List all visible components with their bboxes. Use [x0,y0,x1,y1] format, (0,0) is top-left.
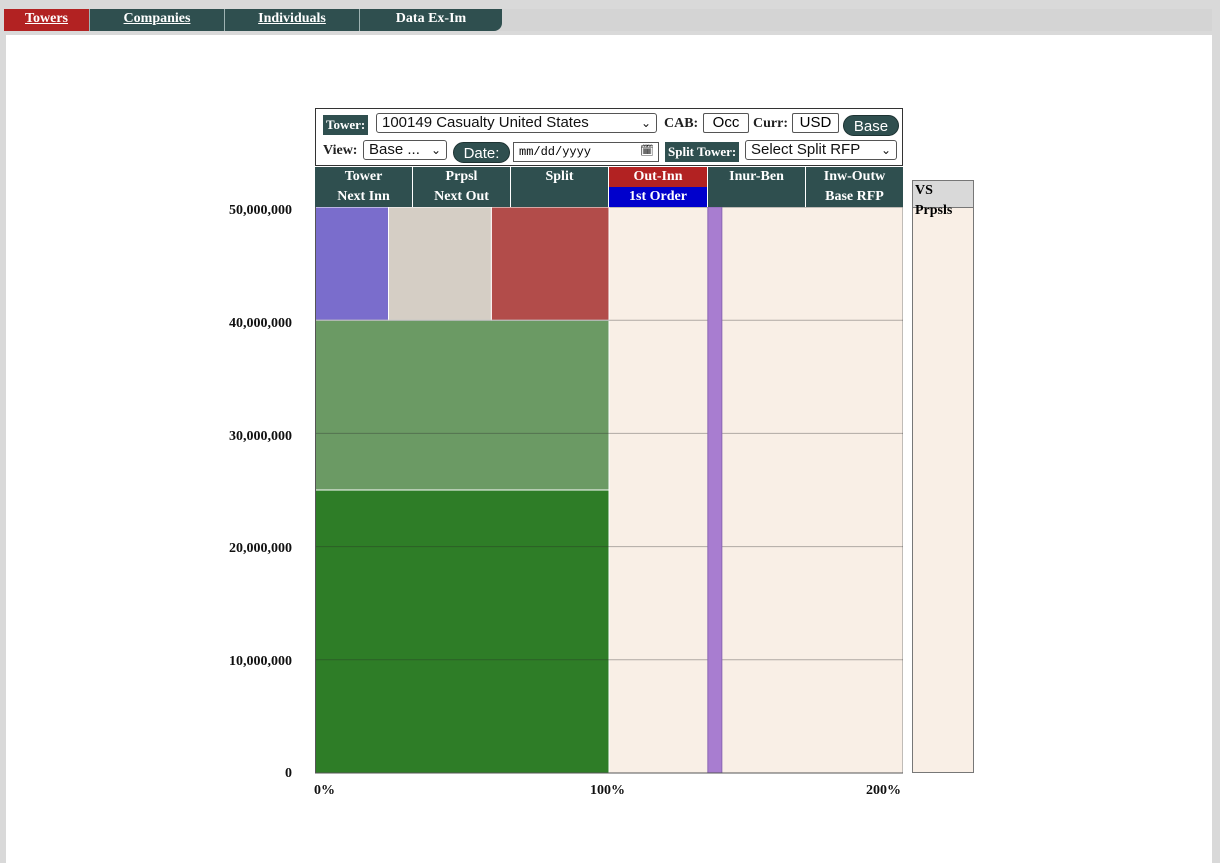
tab-individuals[interactable]: Individuals [225,9,360,31]
remainder-area[interactable] [608,207,903,774]
tower-chart [315,207,903,774]
hdr-inw-outw[interactable]: Inw-Outw [806,167,903,187]
currency-field[interactable]: USD [792,113,839,133]
hdr-out-inn[interactable]: Out-Inn [609,167,708,187]
hdr-empty-1 [511,187,609,207]
chevron-down-icon: ⌄ [640,116,651,130]
cab-label: CAB: [664,116,699,131]
tower-label: Tower: [323,115,369,135]
hdr-next-inn[interactable]: Next Inn [315,187,413,207]
layer-bar-2[interactable] [315,207,389,321]
hdr-prpsl[interactable]: Prpsl [413,167,511,187]
y-tick-label: 30,000,000 [229,429,292,444]
tower-controls: Tower: 100149 Casualty United States ⌄ C… [315,108,903,166]
y-tick-label: 0 [285,766,292,781]
x-tick-label: 0% [314,783,335,798]
tower-select-value: 100149 Casualty United States [382,114,589,131]
hdr-tower[interactable]: Tower [315,167,413,187]
chevron-down-icon: ⌄ [880,143,891,157]
layer-bar-0[interactable] [315,489,610,774]
vs-proposals-header[interactable]: VS Prpsls [913,181,973,218]
nav-bar: Towers Companies Individuals Data Ex-Im [4,9,502,31]
calendar-icon: 🗓 [640,146,654,158]
x-tick-label: 100% [590,783,625,798]
tab-towers[interactable]: Towers [4,9,90,31]
view-label: View: [323,143,358,158]
date-input[interactable]: mm/dd/yyyy 🗓 [513,142,659,162]
chevron-down-icon: ⌄ [430,143,441,157]
date-button[interactable]: Date: [453,142,510,163]
layer-bar-4[interactable] [490,207,610,321]
y-tick-label: 20,000,000 [229,541,292,556]
hdr-empty-2 [708,187,806,207]
tab-companies[interactable]: Companies [90,9,225,31]
base-button[interactable]: Base [843,115,899,136]
view-select[interactable]: Base ... ⌄ [363,140,447,160]
hdr-next-out[interactable]: Next Out [413,187,511,207]
y-tick-label: 40,000,000 [229,316,292,331]
marker-bar[interactable] [707,207,723,774]
x-tick-label: 200% [866,783,901,798]
view-select-value: Base ... [369,141,420,158]
hdr-base-rfp[interactable]: Base RFP [806,187,903,207]
cab-field[interactable]: Occ [703,113,749,133]
layer-bar-1[interactable] [315,319,610,491]
top-nav: Towers Companies Individuals Data Ex-Im [4,9,1212,31]
hdr-inur-ben[interactable]: Inur-Ben [708,167,806,187]
tab-data-ex-im[interactable]: Data Ex-Im [360,9,502,31]
vs-proposals-column: VS Prpsls [912,180,974,773]
hdr-split[interactable]: Split [511,167,609,187]
tower-select[interactable]: 100149 Casualty United States ⌄ [376,113,657,133]
y-tick-label: 10,000,000 [229,654,292,669]
curr-label: Curr: [753,116,788,131]
split-tower-label: Split Tower: [665,142,740,162]
split-tower-select[interactable]: Select Split RFP ⌄ [745,140,897,160]
split-tower-select-value: Select Split RFP [751,141,861,158]
y-tick-label: 50,000,000 [229,203,292,218]
date-placeholder: mm/dd/yyyy [519,145,592,159]
hdr-1st-order[interactable]: 1st Order [609,187,708,207]
layer-bar-3[interactable] [388,207,492,321]
